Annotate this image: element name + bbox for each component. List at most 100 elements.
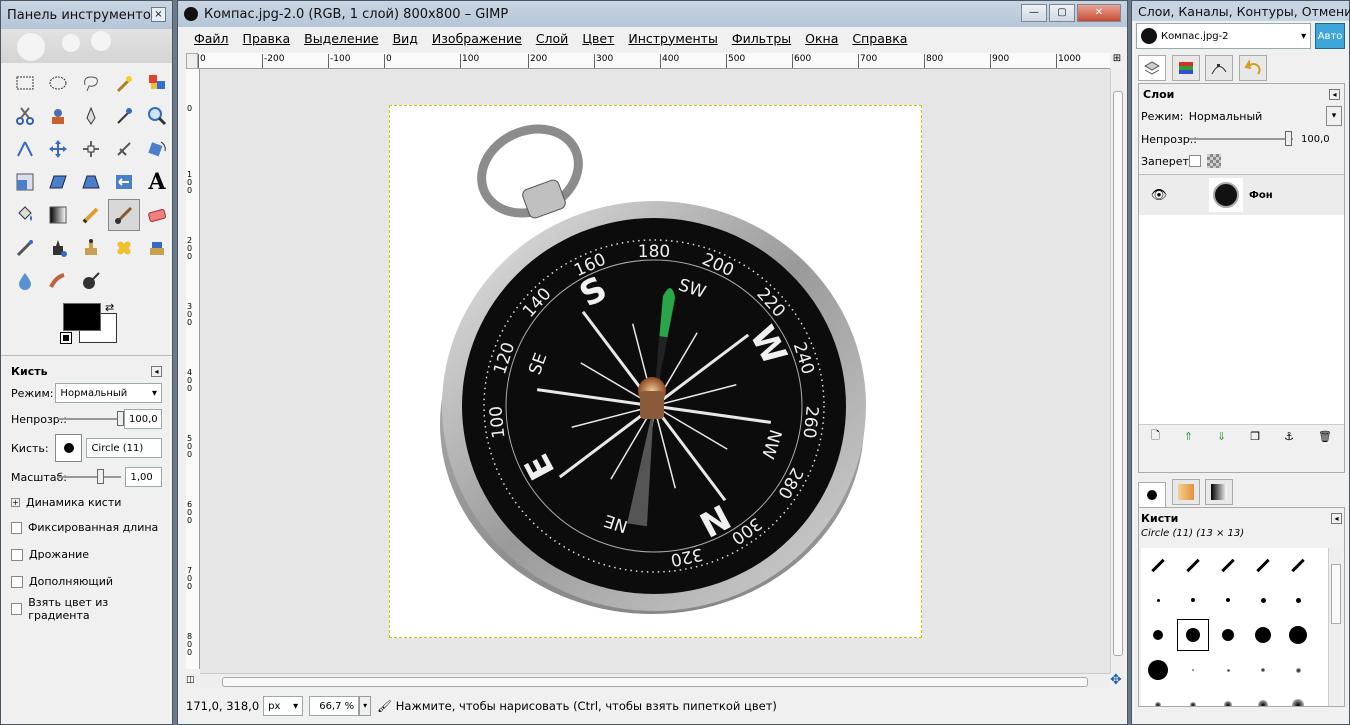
brush-cell[interactable]	[1211, 653, 1245, 687]
brush-cell[interactable]	[1246, 688, 1280, 706]
brush-cell[interactable]	[1211, 618, 1245, 652]
panel-menu-icon[interactable]: ◂	[1331, 512, 1342, 524]
opacity-slider[interactable]	[57, 411, 124, 426]
gradient-color-checkbox[interactable]	[11, 602, 23, 615]
clone-tool-icon[interactable]	[75, 232, 107, 264]
measure-tool-icon[interactable]	[9, 133, 41, 165]
menu-item-0[interactable]: Файл	[194, 31, 229, 46]
brush-preview-button[interactable]	[55, 434, 83, 462]
image-select[interactable]: Компас.jpg-2 ▾	[1136, 23, 1312, 49]
lower-layer-icon[interactable]: ⇓	[1217, 430, 1226, 443]
ink-tool-icon[interactable]	[42, 232, 74, 264]
new-layer-icon[interactable]: 🗋	[1151, 427, 1160, 446]
canvas-area[interactable]: 180 200 220 240 260 280 300 320 160 140 120 100 S SW…	[200, 69, 1110, 673]
brush-cell[interactable]	[1141, 618, 1175, 652]
zoom-input[interactable]: 66,7 %	[309, 696, 360, 716]
menu-item-7[interactable]: Инструменты	[628, 31, 717, 46]
menu-item-4[interactable]: Изображение	[432, 31, 522, 46]
patterns-tab-icon[interactable]	[1171, 479, 1200, 505]
heal-tool-icon[interactable]	[108, 232, 140, 264]
smudge-tool-icon[interactable]	[42, 265, 74, 297]
duplicate-layer-icon[interactable]: ❐	[1250, 430, 1260, 443]
raise-layer-icon[interactable]: ⇑	[1184, 430, 1193, 443]
brush-cell[interactable]	[1141, 583, 1175, 617]
close-icon[interactable]: ×	[151, 7, 166, 22]
rect-select-tool-icon[interactable]	[9, 67, 41, 99]
vertical-ruler[interactable]: 0 1 0 0 2 0 0 3 0 0 4 0 0 5 0 0 6 0 0 7 0 0 8 0 …	[186, 69, 200, 669]
menu-item-9[interactable]: Окна	[805, 31, 838, 46]
dodge-burn-tool-icon[interactable]	[75, 265, 107, 297]
eraser-tool-icon[interactable]	[141, 199, 173, 231]
lasso-tool-icon[interactable]	[75, 67, 107, 99]
brush-cell[interactable]	[1141, 653, 1175, 687]
scale-slider[interactable]	[57, 469, 122, 484]
maximize-button[interactable]: ▢	[1049, 4, 1075, 22]
layer-opacity-value[interactable]: 100,0	[1301, 134, 1330, 145]
brush-cell[interactable]	[1246, 653, 1280, 687]
brush-cell[interactable]	[1211, 583, 1245, 617]
brush-cell[interactable]	[1176, 548, 1210, 582]
brush-cell[interactable]	[1176, 688, 1210, 706]
expand-icon[interactable]: +	[11, 497, 20, 507]
ellipse-select-tool-icon[interactable]	[42, 67, 74, 99]
delete-layer-icon[interactable]: 🗑	[1318, 430, 1332, 443]
move-tool-icon[interactable]	[42, 133, 74, 165]
brush-cell[interactable]	[1281, 618, 1315, 652]
gradients-tab-icon[interactable]	[1205, 479, 1233, 505]
incremental-checkbox[interactable]	[11, 575, 23, 588]
pencil-tool-icon[interactable]	[75, 199, 107, 231]
navigate-icon[interactable]: ⊞	[1110, 53, 1124, 69]
panel-menu-icon[interactable]: ◂	[151, 365, 162, 377]
brushes-scrollbar[interactable]	[1328, 548, 1342, 706]
brush-cell[interactable]	[1281, 583, 1315, 617]
brush-cell[interactable]	[1281, 688, 1315, 706]
brush-cell[interactable]	[1211, 688, 1245, 706]
paintbrush-tool-icon[interactable]	[108, 199, 140, 231]
brush-cell[interactable]	[1176, 653, 1210, 687]
blend-tool-icon[interactable]	[42, 199, 74, 231]
quick-mask-icon[interactable]: ◫	[186, 675, 200, 689]
brush-cell[interactable]	[1141, 548, 1175, 582]
menu-item-5[interactable]: Слой	[536, 31, 569, 46]
layer-name[interactable]: Фон	[1249, 190, 1273, 201]
fuzzy-select-tool-icon[interactable]	[108, 67, 140, 99]
opacity-input[interactable]: 100,0	[124, 409, 162, 429]
undo-history-tab-icon[interactable]	[1238, 55, 1267, 81]
swap-colors-icon[interactable]: ⇄	[105, 301, 114, 314]
brush-cell[interactable]	[1176, 583, 1210, 617]
scale-tool-icon[interactable]	[9, 166, 41, 198]
menu-item-6[interactable]: Цвет	[582, 31, 614, 46]
eye-icon[interactable]: 👁	[1139, 188, 1179, 203]
gradient-color-label[interactable]: Взять цвет из градиента	[28, 596, 162, 622]
perspective-tool-icon[interactable]	[75, 166, 107, 198]
brushes-tab-icon[interactable]	[1138, 482, 1166, 508]
jitter-checkbox[interactable]	[11, 548, 23, 561]
image-window-titlebar[interactable]: Компас.jpg-2.0 (RGB, 1 слой) 800x800 – G…	[178, 1, 1127, 27]
layer-mode-dropdown[interactable]: ▾	[1326, 106, 1343, 126]
brush-cell[interactable]	[1211, 548, 1245, 582]
nav-move-icon[interactable]: ✥	[1110, 673, 1124, 689]
foreground-color-swatch[interactable]	[63, 303, 101, 331]
flip-tool-icon[interactable]	[108, 166, 140, 198]
airbrush-tool-icon[interactable]	[9, 232, 41, 264]
scale-slider-handle[interactable]	[97, 469, 104, 484]
layer-row[interactable]: 👁 Фон	[1139, 175, 1344, 215]
ruler-corner[interactable]	[186, 53, 198, 69]
color-select-tool-icon[interactable]	[141, 67, 173, 99]
vertical-scrollbar[interactable]	[1110, 69, 1124, 673]
fixed-length-checkbox[interactable]	[11, 521, 22, 534]
brush-name-field[interactable]: Circle (11)	[86, 438, 163, 458]
menu-item-8[interactable]: Фильтры	[732, 31, 791, 46]
paths-tab-icon[interactable]	[1205, 55, 1233, 81]
layers-tab-icon[interactable]	[1138, 55, 1166, 81]
incremental-label[interactable]: Дополняющий	[29, 575, 113, 588]
shear-tool-icon[interactable]	[42, 166, 74, 198]
brush-cell[interactable]	[1141, 688, 1175, 706]
jitter-label[interactable]: Дрожание	[29, 548, 89, 561]
bucket-fill-tool-icon[interactable]	[9, 199, 41, 231]
brush-cell[interactable]	[1246, 618, 1280, 652]
layer-opacity-handle[interactable]	[1285, 131, 1292, 146]
brush-cell[interactable]	[1176, 618, 1210, 652]
minimize-button[interactable]: —	[1021, 4, 1047, 22]
scissors-tool-icon[interactable]	[9, 100, 41, 132]
